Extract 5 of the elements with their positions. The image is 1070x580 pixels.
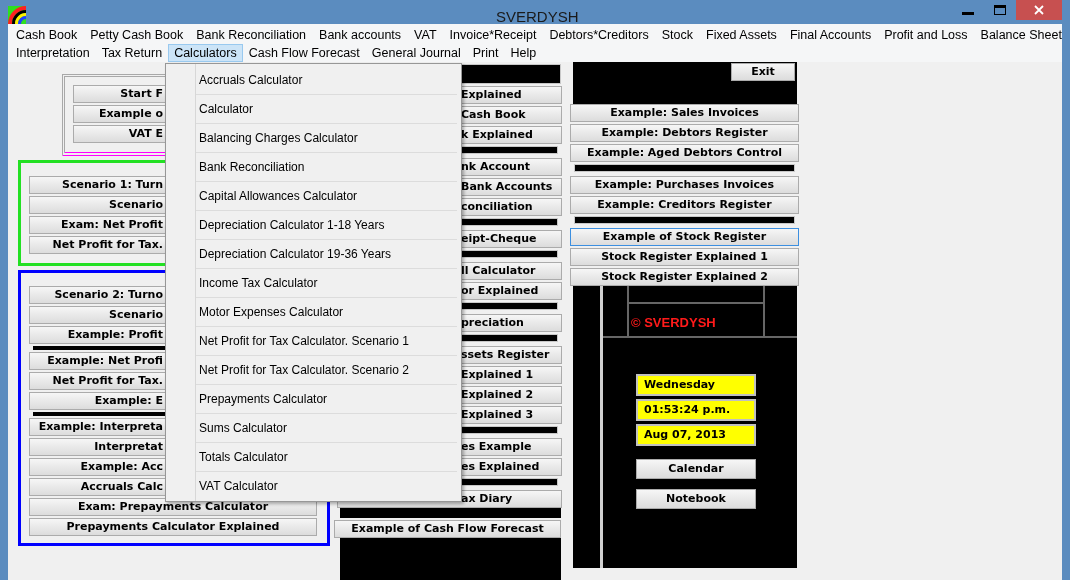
window-title: SVERDYSH bbox=[496, 7, 579, 27]
date-field: Aug 07, 2013 bbox=[636, 424, 756, 446]
date-field: Wednesday bbox=[636, 374, 756, 396]
date-field: 01:53:24 p.m. bbox=[636, 399, 756, 421]
copyright-text: © SVERDYSH bbox=[630, 314, 717, 332]
